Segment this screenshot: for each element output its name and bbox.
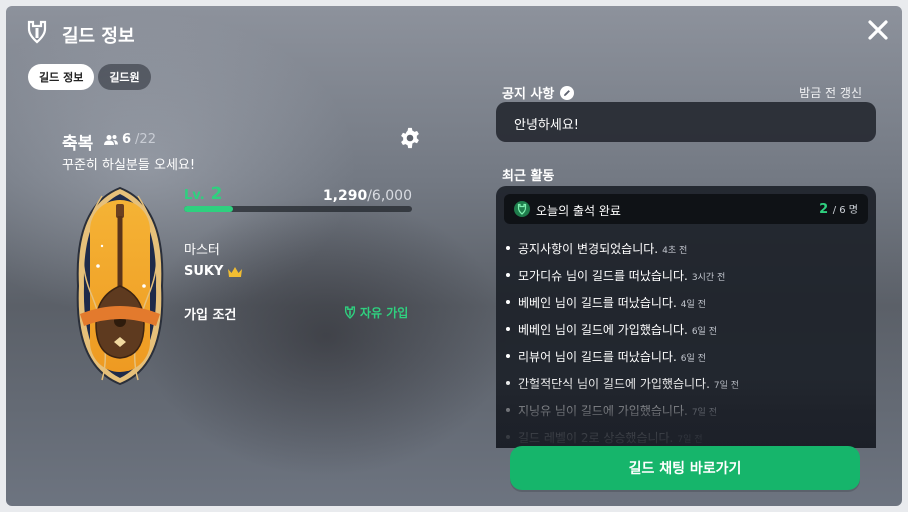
bullet-dot [506,408,510,412]
bullet-dot [506,273,510,277]
attendance-count-value: 2 [819,202,829,217]
join-condition-value: 자유 가입 [344,304,408,321]
activity-item: 공지사항이 변경되었습니다. 4초 전 [506,240,866,267]
master-name: SUKY [184,264,243,279]
bullet-dot [506,300,510,304]
join-condition-label: 가입 조건 [184,308,237,323]
activity-item: 지닝유 님이 길드에 가입했습니다. 7일 전 [506,402,866,429]
master-name-text: SUKY [184,264,224,279]
notice-refresh-time: 밤금 전 갱신 [799,86,862,100]
recent-activity-list[interactable]: 오늘의 출석 완료 2 / 6 명 공지사항이 변경되었습니다. 4초 전 모가디슈… [496,186,876,448]
recent-activity-title: 최근 활동 [502,169,555,184]
level-value: 2 [210,184,223,204]
gear-icon[interactable] [399,127,421,149]
activity-text: 베베인 님이 길드에 가입했습니다. [518,323,688,337]
notice-text: 안녕하세요! [514,118,580,133]
activity-item: 베베인 님이 길드에 가입했습니다. 6일 전 [506,321,866,348]
pencil-icon[interactable] [560,85,575,100]
notice-box: 안녕하세요! [496,102,876,142]
activity-item: 베베인 님이 길드를 떠났습니다. 4일 전 [506,294,866,321]
member-max: /22 [135,132,156,147]
bullet-dot [506,381,510,385]
activity-time: 4초 전 [662,246,688,256]
activity-feed: 공지사항이 변경되었습니다. 4초 전 모가디슈 님이 길드를 떠났습니다. 3시간 … [506,240,866,448]
activity-text: 지닝유 님이 길드에 가입했습니다. [518,404,688,418]
activity-time: 7일 전 [713,381,740,391]
guild-name: 축복 [62,134,94,154]
xp-readout: 1,290/6,000 [323,188,412,204]
activity-item: 리뷰어 님이 길드를 떠났습니다. 6일 전 [506,348,866,375]
attendance-label: 오늘의 출석 완료 [536,204,621,218]
xp-progress-fill [184,206,234,212]
activity-text: 간헐적단식 님이 길드에 가입했습니다. [518,377,710,391]
members-icon [104,134,118,145]
guild-emblem-lute-image [76,186,164,386]
tab-bar: 길드 정보 길드원 [28,64,151,90]
activity-time: 6일 전 [680,354,706,364]
activity-text: 길드 레벨이 2로 상승했습니다. [518,431,674,445]
xp-current: 1,290 [322,188,368,204]
activity-item: 간헐적단식 님이 길드에 가입했습니다. 7일 전 [506,375,866,402]
bullet-dot [506,435,510,439]
bullet-dot [506,246,510,250]
activity-time: 4일 전 [680,300,706,310]
attendance-emblem-icon [514,201,530,217]
bullet-dot [506,354,510,358]
master-label: 마스터 [184,243,220,258]
notice-title: 공지 사항 [502,87,555,102]
crown-icon [228,266,243,277]
guild-emblem-icon [27,20,47,44]
activity-text: 리뷰어 님이 길드를 떠났습니다. [518,350,677,364]
activity-time: 7일 전 [691,408,717,418]
notice-header: 공지 사항 [502,83,575,102]
activity-text: 모가디슈 님이 길드를 떠났습니다. [518,269,688,283]
join-type-text: 자유 가입 [360,306,409,320]
activity-text: 베베인 님이 길드를 떠났습니다. [518,296,677,310]
attendance-count: 2 / 6 명 [819,201,858,217]
attendance-row: 오늘의 출석 완료 2 / 6 명 [504,194,868,224]
activity-time: 6일 전 [691,327,717,337]
member-current: 6 [122,132,132,147]
close-icon[interactable] [864,16,892,44]
activity-text: 공지사항이 변경되었습니다. [518,242,659,256]
attendance-count-total: / 6 명 [832,205,858,216]
bullet-dot [506,327,510,331]
guild-info-panel: 길드 정보 길드 정보 길드원 축복 6/22 꾸준히 하실분들 오세요! Lv… [6,6,902,506]
guild-level: Lv. 2 [184,184,222,204]
activity-time: 7일 전 [677,435,703,445]
level-prefix: Lv. [184,188,205,203]
guild-emblem-small-icon [344,306,356,319]
activity-item: 모가디슈 님이 길드를 떠났습니다. 3시간 전 [506,267,866,294]
xp-progress-bar [184,206,412,212]
tab-guild-info[interactable]: 길드 정보 [28,64,95,90]
page-title: 길드 정보 [62,26,135,47]
xp-max: /6,000 [367,188,412,204]
guild-chat-button[interactable]: 길드 채팅 바로가기 [510,446,860,490]
guild-motto: 꾸준히 하실분들 오세요! [62,158,196,173]
tab-guild-members[interactable]: 길드원 [98,64,151,90]
member-count: 6/22 [104,132,156,147]
activity-time: 3시간 전 [691,273,726,283]
